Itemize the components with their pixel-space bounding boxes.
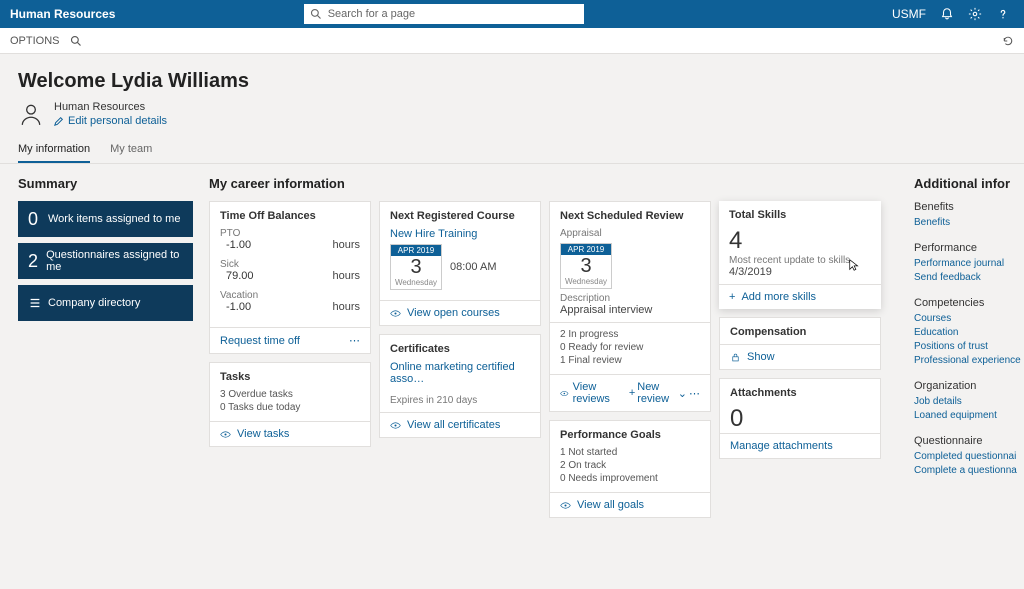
options-bar: OPTIONS (0, 28, 1024, 54)
link-group: Questionnaire Completed questionnai Comple… (914, 435, 1024, 476)
tab-my-information[interactable]: My information (18, 137, 90, 163)
link-group: Competencies Courses Education Positions of… (914, 297, 1024, 366)
card-performance-goals: Performance Goals 1 Not started 2 On tra… (549, 420, 711, 518)
list-icon (28, 296, 48, 310)
link-group-title: Questionnaire (914, 435, 1024, 447)
sidebar-link[interactable]: Education (914, 327, 1024, 338)
top-nav-bar: Human Resources Search for a page USMF (0, 0, 1024, 28)
sidebar-link[interactable]: Completed questionnai (914, 451, 1024, 462)
manage-attachments-link[interactable]: Manage attachments (720, 433, 880, 458)
certificate-link[interactable]: Online marketing certified asso… (390, 361, 530, 385)
ellipsis-icon[interactable]: ⋯ (689, 387, 700, 400)
page-header: Welcome Lydia Williams Human Resources E… (0, 54, 1024, 137)
persona: Human Resources Edit personal details (18, 101, 1006, 127)
help-icon[interactable] (996, 7, 1010, 21)
bell-icon[interactable] (940, 7, 954, 21)
tile-work-items[interactable]: 0 Work items assigned to me (18, 201, 193, 237)
additional-info-column: Additional infor Benefits Benefits Perform… (914, 176, 1024, 518)
sidebar-link[interactable]: Send feedback (914, 272, 1024, 283)
view-reviews-link[interactable]: View reviews (560, 381, 623, 405)
new-review-link[interactable]: + New review ⌄ ⋯ (629, 381, 700, 405)
card-certificates: Certificates Online marketing certified … (379, 334, 541, 438)
search-input[interactable]: Search for a page (304, 4, 584, 24)
company-code[interactable]: USMF (892, 7, 926, 21)
request-time-off-link[interactable]: Request time off⋯ (210, 327, 370, 353)
sidebar-link[interactable]: Complete a questionna (914, 465, 1024, 476)
card-col-3: Next Scheduled Review Appraisal APR 2019… (549, 201, 711, 518)
sidebar-link[interactable]: Benefits (914, 217, 1024, 228)
person-icon (18, 101, 44, 127)
sidebar-link[interactable]: Loaned equipment (914, 410, 1024, 421)
link-group-title: Competencies (914, 297, 1024, 309)
card-col-4: Total Skills 4 Most recent update to ski… (719, 201, 881, 518)
course-name-link[interactable]: New Hire Training (390, 228, 530, 240)
card-total-skills: Total Skills 4 Most recent update to ski… (719, 201, 881, 309)
search-icon (310, 8, 322, 20)
sidebar-link[interactable]: Courses (914, 313, 1024, 324)
gear-icon[interactable] (968, 7, 982, 21)
link-group: Organization Job details Loaned equipment (914, 380, 1024, 421)
lock-icon (730, 352, 741, 363)
view-open-courses-link[interactable]: View open courses (380, 300, 540, 325)
main-content: Summary 0 Work items assigned to me 2 Qu… (0, 164, 1024, 518)
edit-personal-details-link[interactable]: Edit personal details (54, 115, 167, 127)
page-title: Welcome Lydia Williams (18, 70, 1006, 93)
card-next-course: Next Registered Course New Hire Training… (379, 201, 541, 326)
card-col-1: Time Off Balances PTO -1.00hours Sick 79… (209, 201, 371, 518)
card-grid: Time Off Balances PTO -1.00hours Sick 79… (209, 201, 898, 518)
sidebar-link[interactable]: Job details (914, 396, 1024, 407)
eye-icon (560, 388, 569, 399)
link-group: Performance Performance journal Send feedb… (914, 242, 1024, 283)
view-all-certificates-link[interactable]: View all certificates (380, 412, 540, 437)
card-next-review: Next Scheduled Review Appraisal APR 2019… (549, 201, 711, 412)
search-placeholder: Search for a page (328, 8, 415, 20)
tile-company-directory[interactable]: Company directory (18, 285, 193, 321)
persona-text: Human Resources Edit personal details (54, 101, 167, 127)
link-group-title: Performance (914, 242, 1024, 254)
link-group: Benefits Benefits (914, 201, 1024, 228)
ellipsis-icon[interactable]: ⋯ (349, 334, 360, 347)
options-search-icon[interactable] (70, 35, 82, 47)
view-tasks-link[interactable]: View tasks (210, 421, 370, 446)
calendar-tile: APR 2019 3 Wednesday (390, 244, 442, 290)
eye-icon (390, 420, 401, 431)
eye-icon (390, 308, 401, 319)
link-group-title: Organization (914, 380, 1024, 392)
card-attachments: Attachments 0 Manage attachments (719, 378, 881, 459)
card-col-2: Next Registered Course New Hire Training… (379, 201, 541, 518)
view-all-goals-link[interactable]: View all goals (550, 492, 710, 517)
skills-count: 4 (719, 227, 881, 255)
summary-title: Summary (18, 176, 193, 191)
department-label: Human Resources (54, 101, 167, 113)
add-more-skills-link[interactable]: +Add more skills (719, 284, 881, 309)
link-group-title: Benefits (914, 201, 1024, 213)
tabs: My information My team (0, 137, 1024, 164)
show-compensation-link[interactable]: Show (720, 344, 880, 369)
tab-my-team[interactable]: My team (110, 137, 152, 163)
tile-questionnaires[interactable]: 2 Questionnaires assigned to me (18, 243, 193, 279)
card-tasks: Tasks 3 Overdue tasks 0 Tasks due today … (209, 362, 371, 447)
additional-info-title: Additional infor (914, 176, 1024, 191)
options-label[interactable]: OPTIONS (0, 35, 60, 47)
eye-icon (220, 429, 231, 440)
sidebar-link[interactable]: Performance journal (914, 258, 1024, 269)
calendar-tile: APR 2019 3 Wednesday (560, 243, 612, 289)
module-name: Human Resources (0, 7, 115, 21)
career-column: My career information Time Off Balances … (209, 176, 898, 518)
topbar-right: USMF (892, 7, 1024, 21)
card-time-off: Time Off Balances PTO -1.00hours Sick 79… (209, 201, 371, 354)
chevron-down-icon: ⌄ (678, 387, 687, 400)
sidebar-link[interactable]: Positions of trust (914, 341, 1024, 352)
card-compensation: Compensation Show (719, 317, 881, 370)
sidebar-link[interactable]: Professional experience (914, 355, 1024, 366)
career-title: My career information (209, 176, 898, 191)
summary-column: Summary 0 Work items assigned to me 2 Qu… (18, 176, 193, 518)
search-wrap: Search for a page (304, 4, 584, 24)
pencil-icon (54, 116, 64, 126)
refresh-icon[interactable] (1002, 35, 1014, 47)
eye-icon (560, 500, 571, 511)
summary-tile-list: 0 Work items assigned to me 2 Questionna… (18, 201, 193, 321)
